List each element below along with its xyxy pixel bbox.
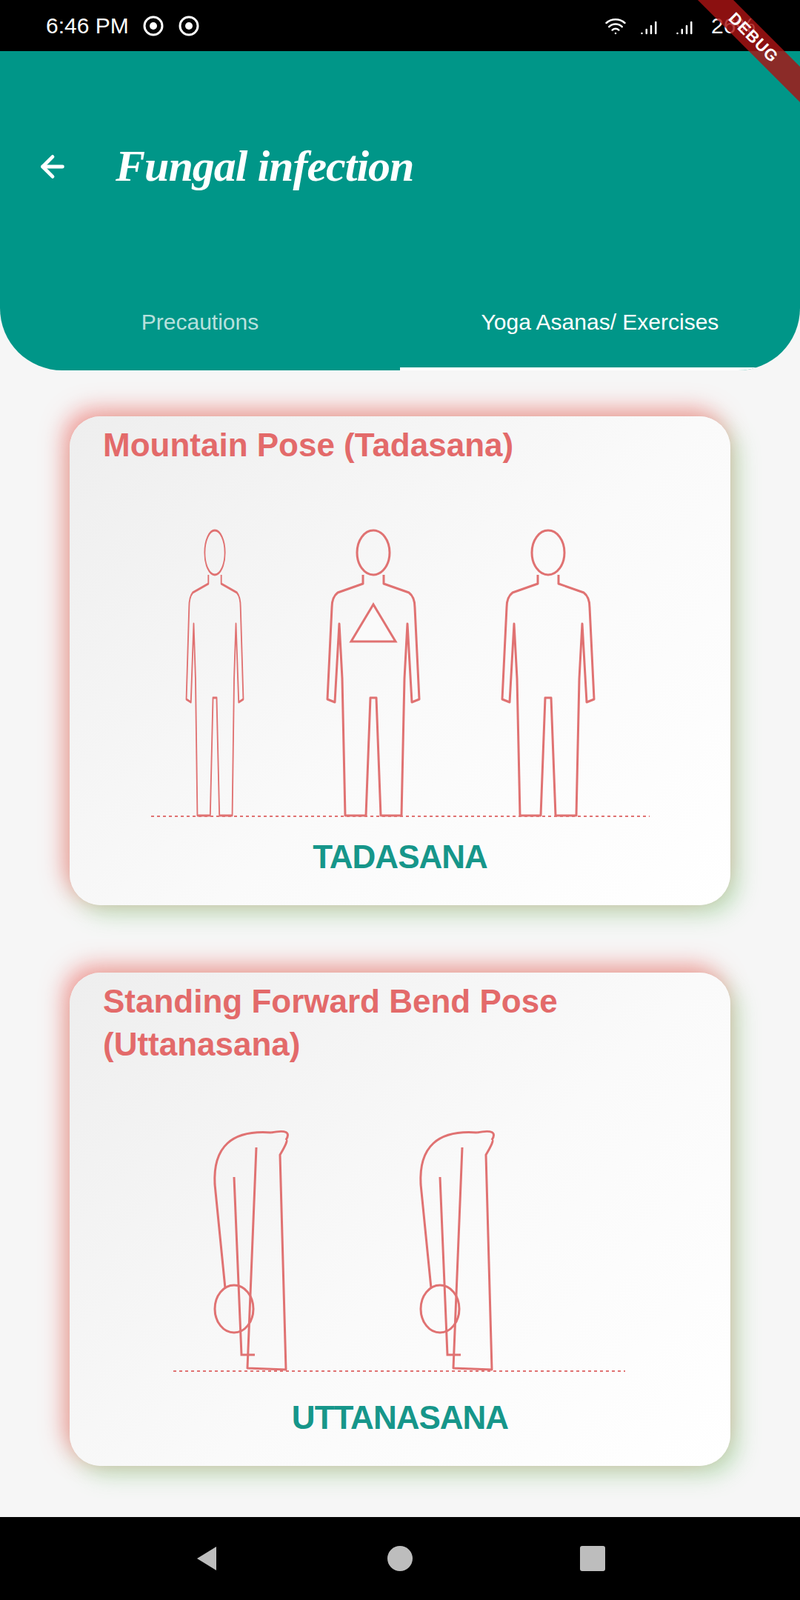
notification-icon <box>177 14 200 38</box>
wifi-icon <box>604 14 627 38</box>
person-figure <box>420 1131 495 1370</box>
tab[interactable]: Precautions <box>0 281 400 371</box>
nav-home-button[interactable] <box>377 1536 423 1581</box>
person-figure <box>186 530 244 816</box>
recents-square-icon <box>577 1543 608 1574</box>
signal-icon <box>675 14 698 38</box>
pose-illustration <box>69 1065 731 1395</box>
pose-list: Mountain Pose (Tadasana) TADASANA Standing… <box>0 370 800 1518</box>
notification-icon <box>142 14 165 38</box>
nav-back-button[interactable] <box>185 1536 230 1581</box>
app-bar: Fungal infection PrecautionsYoga Asanas/ … <box>0 51 800 371</box>
tab[interactable]: Yoga Asanas/ Exercises <box>400 281 800 371</box>
pose-title: Standing Forward Bend Pose (Uttanasana) <box>69 980 731 1066</box>
person-figure <box>327 530 420 816</box>
person-figure <box>502 530 595 816</box>
pose-card[interactable]: Standing Forward Bend Pose (Uttanasana) U… <box>69 972 731 1466</box>
pose-title: Mountain Pose (Tadasana) <box>69 423 731 467</box>
pose-name: UTTANASANA <box>69 1394 731 1441</box>
pose-illustration <box>69 466 731 835</box>
signal-icon <box>640 14 663 38</box>
nav-recents-button[interactable] <box>570 1536 615 1581</box>
home-circle-icon <box>385 1543 415 1574</box>
title-row: Fungal infection <box>0 51 800 282</box>
pose-card[interactable]: Mountain Pose (Tadasana) TADASANA <box>69 416 731 906</box>
status-time: 6:46 PM <box>45 13 129 39</box>
status-left: 6:46 PM <box>45 13 200 39</box>
screen: 6:46 PM26%DEBUGFungal infectionPrecautio… <box>0 0 800 1600</box>
back-triangle-icon <box>192 1543 223 1574</box>
back-button[interactable] <box>35 149 70 184</box>
page-title: Fungal infection <box>115 140 414 192</box>
tab-bar: PrecautionsYoga Asanas/ Exercises <box>0 281 800 371</box>
pose-name: TADASANA <box>69 834 731 880</box>
navigation-bar <box>0 1517 800 1600</box>
back-arrow-icon <box>35 149 70 184</box>
battery-level: 26% <box>711 13 756 39</box>
status-right: 26% <box>604 13 756 39</box>
status-bar: 6:46 PM 26% <box>0 0 800 52</box>
person-figure <box>214 1131 289 1370</box>
